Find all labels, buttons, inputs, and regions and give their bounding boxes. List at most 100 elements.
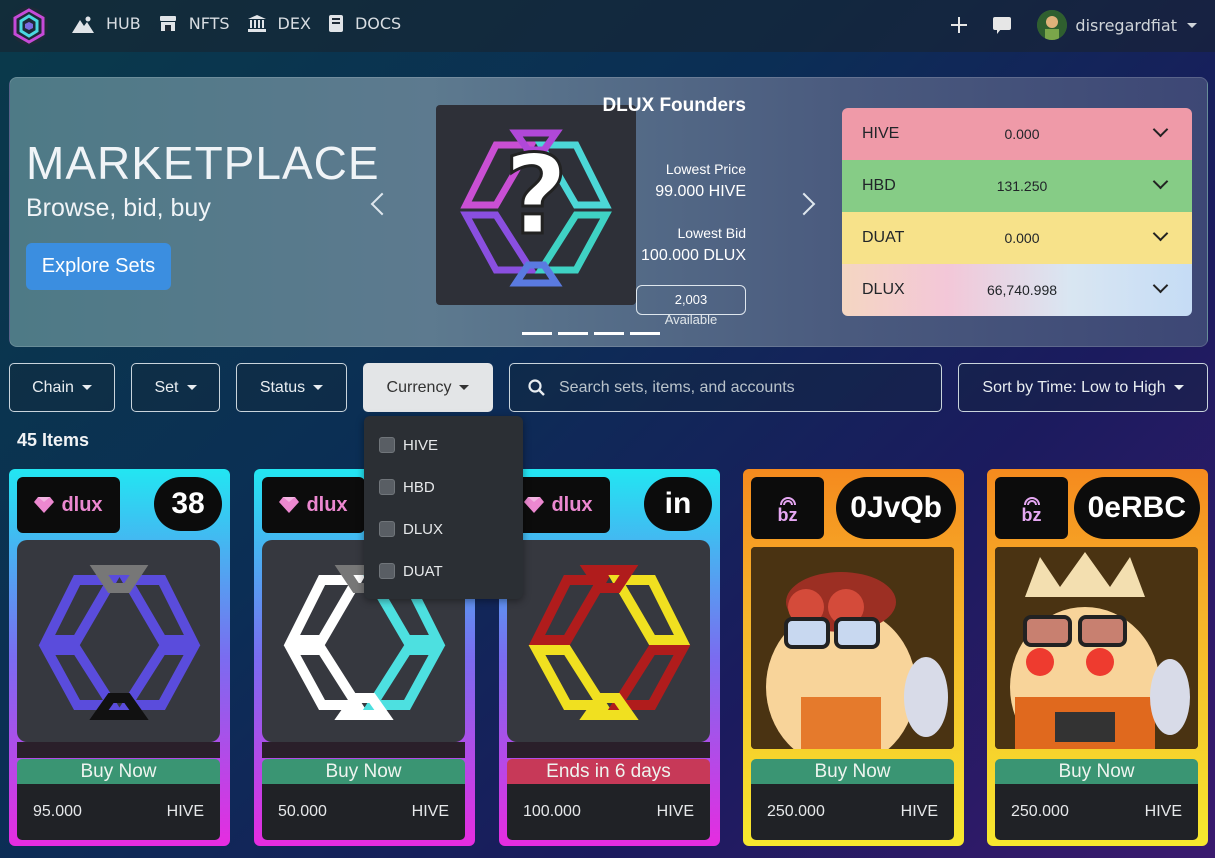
bank-icon — [247, 15, 266, 32]
currency-filter-button[interactable]: Currency — [363, 363, 493, 412]
plus-icon[interactable] — [951, 17, 968, 33]
search-bar[interactable] — [509, 363, 942, 412]
rainbow-icon — [1023, 496, 1040, 505]
nft-image[interactable] — [507, 540, 710, 742]
currency-option-hive[interactable]: HIVE — [364, 424, 523, 466]
tag-label: bz — [1021, 504, 1042, 525]
checkbox[interactable] — [379, 521, 395, 537]
dlux-tag: dlux — [262, 477, 365, 533]
search-input[interactable] — [559, 378, 919, 397]
nft-card[interactable]: dlux in Ends in 6 days 100.000 HIVE — [499, 469, 720, 846]
currency-option-label: DUAT — [403, 562, 443, 580]
lowest-price-value: 99.000 HIVE — [655, 183, 746, 200]
price-currency: HIVE — [1144, 803, 1182, 820]
featured-set-image[interactable]: ? — [436, 105, 636, 305]
nav-docs[interactable]: DOCS — [328, 14, 402, 33]
nft-image[interactable] — [17, 540, 220, 742]
nft-card[interactable]: dlux 38 Buy Now 95.000 HIVE — [9, 469, 230, 846]
price-currency: HIVE — [900, 803, 938, 820]
balance-value: 0.000 — [1004, 126, 1040, 142]
rainbow-icon — [779, 496, 796, 505]
chevron-down-icon[interactable] — [1152, 225, 1169, 242]
sort-button[interactable]: Sort by Time: Low to High — [958, 363, 1208, 412]
carousel-indicators[interactable] — [522, 332, 660, 335]
chain-filter-label: Chain — [32, 378, 74, 396]
nav-nfts[interactable]: NFTS — [159, 14, 230, 33]
checkbox[interactable] — [379, 437, 395, 453]
set-filter-label: Set — [154, 378, 179, 396]
currency-option-dlux[interactable]: DLUX — [364, 508, 523, 550]
item-number: 38 — [154, 477, 222, 531]
dlux-logo[interactable] — [9, 6, 49, 46]
balance-row-hive[interactable]: HIVE 0.000 — [842, 108, 1192, 160]
currency-option-duat[interactable]: DUAT — [364, 550, 523, 592]
nav-hub[interactable]: HUB — [72, 14, 141, 33]
tag-label: dlux — [61, 493, 103, 516]
carousel-indicator[interactable] — [522, 332, 552, 335]
auction-status-button[interactable]: Ends in 6 days — [507, 759, 710, 784]
card-band — [751, 742, 954, 758]
carousel-next-icon[interactable] — [792, 192, 816, 216]
balance-row-dlux[interactable]: DLUX 66,740.998 — [842, 264, 1192, 316]
carousel-indicator[interactable] — [558, 332, 588, 335]
chain-filter-button[interactable]: Chain — [9, 363, 115, 412]
balance-row-hbd[interactable]: HBD 131.250 — [842, 160, 1192, 212]
dlux-tag: dlux — [17, 477, 120, 533]
explore-sets-button[interactable]: Explore Sets — [26, 243, 171, 290]
nav-docs-label: DOCS — [354, 14, 402, 33]
featured-set-title: DLUX Founders — [602, 95, 746, 116]
price-row: 95.000 HIVE — [17, 784, 220, 840]
book-icon — [328, 15, 343, 32]
page-subtitle: Browse, bid, buy — [26, 194, 211, 222]
currency-dropdown-menu: HIVE HBD DLUX DUAT — [364, 416, 523, 599]
carousel-indicator[interactable] — [630, 332, 660, 335]
item-number: in — [644, 477, 712, 531]
card-band — [995, 742, 1198, 758]
chevron-down-icon[interactable] — [1152, 277, 1169, 294]
currency-option-label: DLUX — [403, 520, 444, 538]
buy-now-button[interactable]: Buy Now — [17, 759, 220, 784]
currency-option-hbd[interactable]: HBD — [364, 466, 523, 508]
price-currency: HIVE — [656, 803, 694, 820]
mountain-icon — [72, 16, 94, 33]
buy-now-button[interactable]: Buy Now — [995, 759, 1198, 784]
sort-label: Sort by Time: Low to High — [982, 378, 1166, 396]
caret-down-icon — [459, 385, 470, 390]
page-title: MARKETPLACE — [26, 137, 380, 189]
chevron-down-icon[interactable] — [1152, 173, 1169, 190]
checkbox[interactable] — [379, 479, 395, 495]
store-icon — [159, 16, 176, 31]
gem-icon — [279, 497, 300, 513]
balance-value: 131.250 — [996, 178, 1048, 194]
price-value: 250.000 — [767, 803, 825, 820]
caret-down-icon — [313, 385, 324, 390]
message-icon[interactable] — [993, 16, 1012, 34]
username[interactable]: disregardfiat — [1075, 16, 1177, 35]
buy-now-button[interactable]: Buy Now — [262, 759, 465, 784]
price-row: 250.000 HIVE — [751, 784, 954, 840]
price-value: 50.000 — [278, 803, 327, 820]
nav-nfts-label: NFTS — [188, 14, 230, 33]
available-label: Available — [664, 312, 718, 327]
nft-card[interactable]: bz 0JvQb Buy Now 250.000 HIVE — [743, 469, 964, 846]
balance-name: DUAT — [862, 229, 905, 246]
balance-panel: HIVE 0.000 HBD 131.250 DUAT 0.000 DLUX 6… — [842, 108, 1192, 316]
carousel-indicator[interactable] — [594, 332, 624, 335]
balance-row-duat[interactable]: DUAT 0.000 — [842, 212, 1192, 264]
nft-image[interactable] — [995, 547, 1198, 749]
chevron-down-icon[interactable] — [1187, 22, 1197, 28]
checkbox[interactable] — [379, 563, 395, 579]
price-currency: HIVE — [411, 803, 449, 820]
buy-now-button[interactable]: Buy Now — [751, 759, 954, 784]
carousel-prev-icon[interactable] — [370, 192, 394, 216]
lowest-bid-value: 100.000 DLUX — [641, 247, 746, 264]
gem-icon — [524, 497, 545, 513]
nav-dex[interactable]: DEX — [247, 14, 311, 33]
nft-image[interactable] — [751, 547, 954, 749]
svg-text:?: ? — [504, 131, 568, 259]
status-filter-button[interactable]: Status — [236, 363, 347, 412]
chevron-down-icon[interactable] — [1152, 121, 1169, 138]
avatar[interactable] — [1037, 10, 1068, 40]
nft-card[interactable]: bz 0eRBC Buy Now 250.000 HIVE — [987, 469, 1208, 846]
set-filter-button[interactable]: Set — [131, 363, 220, 412]
